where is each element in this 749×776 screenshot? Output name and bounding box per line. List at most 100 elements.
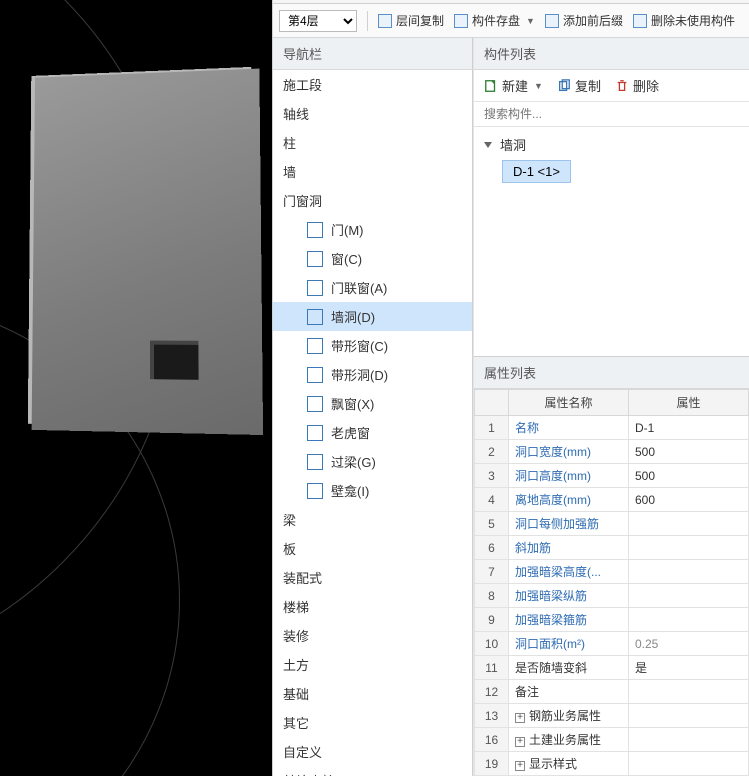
- property-row[interactable]: 9加强暗梁箍筋: [475, 608, 749, 632]
- property-row[interactable]: 16+土建业务属性: [475, 728, 749, 752]
- nav-item[interactable]: 装修: [273, 621, 472, 650]
- property-row[interactable]: 3洞口高度(mm)500: [475, 464, 749, 488]
- store-component-button[interactable]: 构件存盘 ▼: [454, 12, 535, 29]
- property-row[interactable]: 5洞口每侧加强筋: [475, 512, 749, 536]
- property-row[interactable]: 13+钢筋业务属性: [475, 704, 749, 728]
- component-list-panel: 构件列表 新建 ▼ 复制 删除: [473, 38, 749, 776]
- property-row[interactable]: 1名称D-1: [475, 416, 749, 440]
- property-value[interactable]: [629, 704, 749, 728]
- nav-item[interactable]: 施工段: [273, 70, 472, 99]
- new-icon: [484, 79, 498, 93]
- property-row[interactable]: 11是否随墙变斜是: [475, 656, 749, 680]
- property-value[interactable]: 0.25: [629, 632, 749, 656]
- copy-button[interactable]: 复制: [557, 76, 601, 95]
- property-value[interactable]: D-1: [629, 416, 749, 440]
- nav-subitem[interactable]: 墙洞(D): [273, 302, 472, 331]
- row-number: 9: [475, 608, 509, 632]
- nav-item[interactable]: 其它: [273, 708, 472, 737]
- button-label: 新建: [502, 76, 528, 95]
- nav-subitem[interactable]: 过梁(G): [273, 447, 472, 476]
- property-name: 名称: [509, 416, 629, 440]
- property-row[interactable]: 8加强暗梁纵筋: [475, 584, 749, 608]
- delete-button[interactable]: 删除: [615, 76, 659, 95]
- property-value[interactable]: [629, 608, 749, 632]
- expand-icon[interactable]: +: [515, 713, 525, 723]
- button-label: 删除未使用构件: [651, 12, 735, 29]
- nav-subitem[interactable]: 带形洞(D): [273, 360, 472, 389]
- button-label: 复制: [575, 76, 601, 95]
- tree-node-label: 墙洞: [500, 135, 526, 154]
- nav-item[interactable]: 轴线: [273, 99, 472, 128]
- property-row[interactable]: 19+显示样式: [475, 752, 749, 776]
- tree-leaf[interactable]: D-1 <1>: [502, 160, 571, 183]
- property-value[interactable]: [629, 584, 749, 608]
- property-table: 属性名称 属性 1名称D-12洞口宽度(mm)5003洞口高度(mm)5004离…: [474, 389, 749, 776]
- property-row[interactable]: 6斜加筋: [475, 536, 749, 560]
- expand-icon[interactable]: +: [515, 737, 525, 747]
- property-row[interactable]: 4离地高度(mm)600: [475, 488, 749, 512]
- property-value[interactable]: [629, 680, 749, 704]
- component-type-icon: [307, 454, 323, 470]
- nav-item[interactable]: 柱: [273, 128, 472, 157]
- row-number: 1: [475, 416, 509, 440]
- nav-item[interactable]: 自定义: [273, 737, 472, 766]
- nav-subitem-label: 过梁(G): [331, 452, 376, 471]
- nav-subitem[interactable]: 窗(C): [273, 244, 472, 273]
- navigation-panel: 导航栏 施工段轴线柱墙门窗洞门(M)窗(C)门联窗(A)墙洞(D)带形窗(C)带…: [273, 38, 473, 776]
- nav-item[interactable]: 梁: [273, 505, 472, 534]
- nav-subitem[interactable]: 带形窗(C): [273, 331, 472, 360]
- nav-subitem[interactable]: 门(M): [273, 215, 472, 244]
- property-value[interactable]: 500: [629, 464, 749, 488]
- delete-unused-button[interactable]: 删除未使用构件: [633, 12, 735, 29]
- expand-icon[interactable]: +: [515, 761, 525, 771]
- property-panel: 属性列表 属性名称 属性 1名称D-12洞口宽度(mm)5003洞口高度(mm)…: [474, 356, 749, 776]
- nav-item[interactable]: 板: [273, 534, 472, 563]
- row-number: 6: [475, 536, 509, 560]
- add-prefix-button[interactable]: 添加前后缀: [545, 12, 623, 29]
- new-button[interactable]: 新建 ▼: [484, 76, 543, 95]
- property-value[interactable]: 是: [629, 656, 749, 680]
- property-value[interactable]: [629, 512, 749, 536]
- property-value[interactable]: [629, 560, 749, 584]
- property-name: +显示样式: [509, 752, 629, 776]
- nav-subitem[interactable]: 门联窗(A): [273, 273, 472, 302]
- copy-floor-button[interactable]: 层间复制: [378, 12, 444, 29]
- wall-model[interactable]: [32, 69, 263, 435]
- row-number: 7: [475, 560, 509, 584]
- 3d-viewport[interactable]: [0, 0, 272, 776]
- floor-select[interactable]: 第4层: [279, 10, 357, 32]
- property-row[interactable]: 2洞口宽度(mm)500: [475, 440, 749, 464]
- nav-subitem[interactable]: 老虎窗: [273, 418, 472, 447]
- row-number: 12: [475, 680, 509, 704]
- nav-item[interactable]: 土方: [273, 650, 472, 679]
- property-value[interactable]: 500: [629, 440, 749, 464]
- nav-subitem-label: 飘窗(X): [331, 394, 374, 413]
- nav-item[interactable]: 装配式: [273, 563, 472, 592]
- property-row[interactable]: 12备注: [475, 680, 749, 704]
- component-type-icon: [307, 396, 323, 412]
- complist-header: 构件列表: [474, 38, 749, 70]
- property-row[interactable]: 10洞口面积(m²)0.25: [475, 632, 749, 656]
- property-value[interactable]: 600: [629, 488, 749, 512]
- property-value[interactable]: [629, 752, 749, 776]
- nav-item[interactable]: 墙: [273, 157, 472, 186]
- nav-header: 导航栏: [273, 38, 472, 70]
- search-input[interactable]: [474, 102, 749, 127]
- row-number: 8: [475, 584, 509, 608]
- property-row[interactable]: 7加强暗梁高度(...: [475, 560, 749, 584]
- property-value[interactable]: [629, 728, 749, 752]
- property-name: 是否随墙变斜: [509, 656, 629, 680]
- nav-subitem[interactable]: 壁龛(I): [273, 476, 472, 505]
- property-value[interactable]: [629, 536, 749, 560]
- property-name: 加强暗梁纵筋: [509, 584, 629, 608]
- nav-subitem[interactable]: 飘窗(X): [273, 389, 472, 418]
- row-number: 19: [475, 752, 509, 776]
- nav-item[interactable]: 基础: [273, 679, 472, 708]
- rownum-header: [475, 390, 509, 416]
- nav-item[interactable]: 楼梯: [273, 592, 472, 621]
- tree-root[interactable]: 墙洞: [484, 133, 739, 156]
- dropdown-caret-icon: ▼: [534, 81, 543, 91]
- nav-item-locked[interactable]: 基坑支护 🔒: [273, 766, 472, 776]
- nav-item[interactable]: 门窗洞: [273, 186, 472, 215]
- button-label: 删除: [633, 76, 659, 95]
